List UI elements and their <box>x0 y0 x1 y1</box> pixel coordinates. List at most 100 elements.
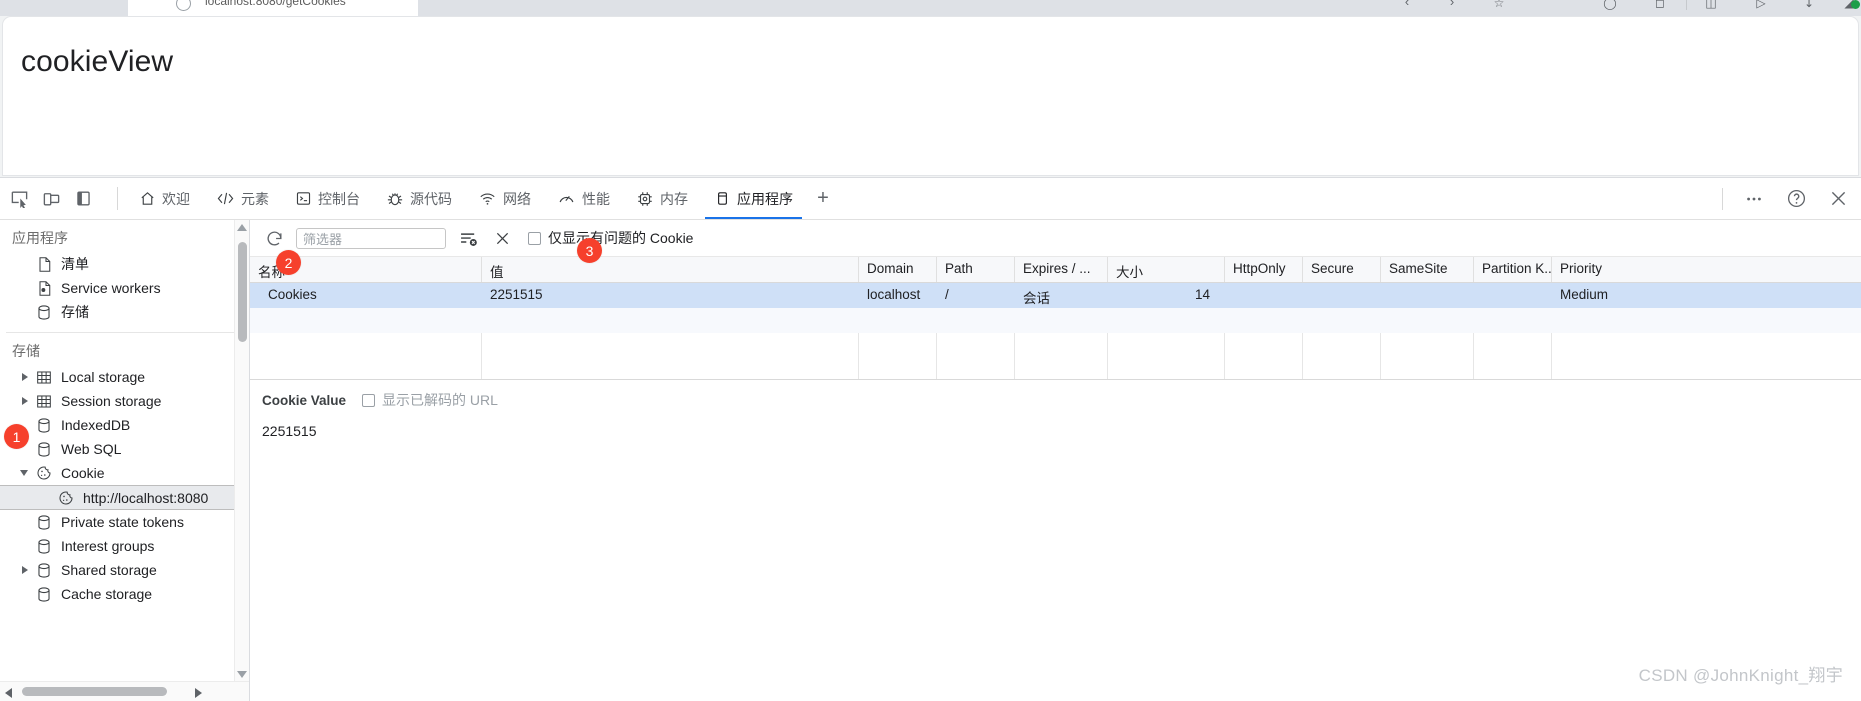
column-header-samesite[interactable]: SameSite <box>1381 257 1474 282</box>
sidebar-item-indexeddb[interactable]: IndexedDB <box>0 413 249 437</box>
tab-application[interactable]: 应用程序 <box>701 178 806 219</box>
storage-cylinder-icon <box>34 561 54 579</box>
column-header-httponly[interactable]: HttpOnly <box>1225 257 1303 282</box>
chevron-right-icon[interactable] <box>22 373 28 381</box>
sidebar-item-web-sql[interactable]: Web SQL <box>0 437 249 461</box>
address-bar-url[interactable]: localhost:8080/getCookies <box>205 0 346 8</box>
column-header-size[interactable]: 大小 <box>1108 257 1225 282</box>
star-icon[interactable]: ☆ <box>1490 0 1508 11</box>
scroll-down-arrow-icon[interactable] <box>237 671 247 678</box>
application-sidebar: 应用程序 清单 Service workers 存储 存储 Local stor… <box>0 220 250 701</box>
forward-button[interactable]: › <box>1444 0 1460 10</box>
table-row-empty[interactable] <box>250 308 1861 333</box>
sidebar-item-cookie-origin[interactable]: http://localhost:8080 <box>0 485 249 510</box>
sidebar-item-web-sql-label: Web SQL <box>61 441 122 457</box>
sidebar-item-cookie-origin-label: http://localhost:8080 <box>83 489 209 506</box>
show-decoded-url-label: 显示已解码的 URL <box>382 392 498 408</box>
column-header-expires[interactable]: Expires / ... <box>1015 257 1108 282</box>
scroll-left-arrow-icon[interactable] <box>5 688 12 698</box>
checkbox-box[interactable] <box>528 231 541 245</box>
close-devtools-icon[interactable] <box>1825 186 1851 212</box>
cookie-value-panel: Cookie Value 显示已解码的 URL 2251515 <box>250 379 1861 701</box>
tab-network-label: 网络 <box>503 190 531 207</box>
checkbox-box[interactable] <box>362 393 376 407</box>
sidebar-item-local-storage[interactable]: Local storage <box>0 365 249 389</box>
storage-cylinder-icon <box>34 416 54 434</box>
storage-cylinder-icon <box>34 585 54 603</box>
sidebar-item-shared-storage[interactable]: Shared storage <box>0 558 249 582</box>
scroll-right-arrow-icon[interactable] <box>195 688 202 698</box>
cell-path: / <box>945 287 949 302</box>
devtools-left-icon-group <box>8 178 94 219</box>
scroll-up-arrow-icon[interactable] <box>237 224 247 231</box>
column-header-path[interactable]: Path <box>937 257 1015 282</box>
sidebar-item-service-workers[interactable]: Service workers <box>0 276 249 300</box>
column-header-secure[interactable]: Secure <box>1303 257 1381 282</box>
panel-layout-icon[interactable] <box>72 188 94 210</box>
chevron-right-icon[interactable] <box>22 566 28 574</box>
chevron-right-icon[interactable] <box>22 397 28 405</box>
sidebar-item-cookie[interactable]: Cookie <box>0 461 249 485</box>
sidebar-item-interest-groups-label: Interest groups <box>61 538 155 554</box>
add-panel-button[interactable]: + <box>806 178 840 219</box>
cell-value: 2251515 <box>490 287 543 302</box>
sidebar-item-service-workers-label: Service workers <box>61 280 161 296</box>
refresh-icon[interactable] <box>262 226 286 250</box>
help-icon[interactable] <box>1783 186 1809 212</box>
column-header-domain[interactable]: Domain <box>859 257 937 282</box>
more-options-icon[interactable] <box>1741 186 1767 212</box>
table-grid-icon <box>34 368 54 386</box>
sidebar-vertical-scrollbar[interactable] <box>234 220 249 682</box>
sidebar-item-cookie-label: Cookie <box>61 465 105 481</box>
tab-sources-label: 源代码 <box>410 190 452 207</box>
sidebar-item-manifest[interactable]: 清单 <box>0 252 249 276</box>
tab-network[interactable]: 网络 <box>465 178 544 219</box>
download-icon[interactable]: ↧ <box>1800 0 1818 11</box>
sidebar-item-manifest-label: 清单 <box>61 256 89 272</box>
annotation-badge-3: 3 <box>577 238 602 263</box>
manifest-file-icon <box>34 255 54 273</box>
cookies-table-header: 名称 值 Domain Path Expires / ... 大小 HttpOn… <box>250 257 1861 283</box>
inspect-element-icon[interactable] <box>8 188 30 210</box>
only-show-problematic-cookies-checkbox[interactable]: 仅显示有问题的 Cookie <box>528 228 693 248</box>
scrollbar-thumb-horizontal[interactable] <box>22 687 167 696</box>
column-header-partition-key[interactable]: Partition K.. <box>1474 257 1552 282</box>
gauge-icon <box>559 196 574 203</box>
cookies-toolbar: 筛选器 仅显示有问题的 Cookie <box>250 220 1861 257</box>
show-decoded-url-checkbox[interactable]: 显示已解码的 URL <box>362 390 498 410</box>
filter-input[interactable]: 筛选器 <box>296 227 446 249</box>
clear-filter-icon[interactable] <box>490 226 514 250</box>
column-header-value[interactable]: 值 <box>482 257 859 282</box>
cookies-table: 名称 值 Domain Path Expires / ... 大小 HttpOn… <box>250 257 1861 379</box>
tab-memory[interactable]: 内存 <box>623 178 701 219</box>
clear-all-cookies-icon[interactable] <box>456 226 480 250</box>
sidebar-item-interest-groups[interactable]: Interest groups <box>0 534 249 558</box>
chevron-down-icon[interactable] <box>20 470 28 476</box>
cell-priority: Medium <box>1560 287 1609 302</box>
sidebar-item-session-storage[interactable]: Session storage <box>0 389 249 413</box>
scrollbar-thumb[interactable] <box>238 242 247 342</box>
tab-console[interactable]: 控制台 <box>282 178 373 219</box>
device-toolbar-icon[interactable] <box>40 188 62 210</box>
table-row[interactable]: Cookies 2251515 localhost / 会话 14 Medium <box>250 283 1861 308</box>
cell-expires: 会话 <box>1023 291 1050 306</box>
sidebar-horizontal-scrollbar[interactable] <box>0 681 249 701</box>
tab-elements[interactable]: 元素 <box>203 178 282 219</box>
tab-performance[interactable]: 性能 <box>544 178 623 219</box>
tab-performance-label: 性能 <box>582 190 610 207</box>
sidebar-item-cache-storage[interactable]: Cache storage <box>0 582 249 606</box>
split-screen-icon[interactable]: ◫ <box>1702 0 1720 11</box>
play-icon[interactable]: ▷ <box>1752 0 1770 11</box>
extensions-icon[interactable]: ◯ <box>1601 0 1619 11</box>
tab-welcome[interactable]: 欢迎 <box>126 178 203 219</box>
sidebar-item-private-state-tokens[interactable]: Private state tokens <box>0 510 249 534</box>
comment-icon[interactable]: ◻ <box>1651 0 1669 11</box>
devtools-tabbar: 欢迎 元素 控制台 源代码 网络 性能 内存 应用程序 + <box>0 178 1861 220</box>
back-button[interactable]: ‹ <box>1399 0 1415 10</box>
storage-cylinder-icon <box>34 440 54 458</box>
sidebar-item-storage[interactable]: 存储 <box>0 300 249 324</box>
application-icon <box>718 192 727 205</box>
column-header-priority[interactable]: Priority <box>1552 257 1752 282</box>
tab-sources[interactable]: 源代码 <box>373 178 465 219</box>
service-worker-icon <box>34 279 54 297</box>
